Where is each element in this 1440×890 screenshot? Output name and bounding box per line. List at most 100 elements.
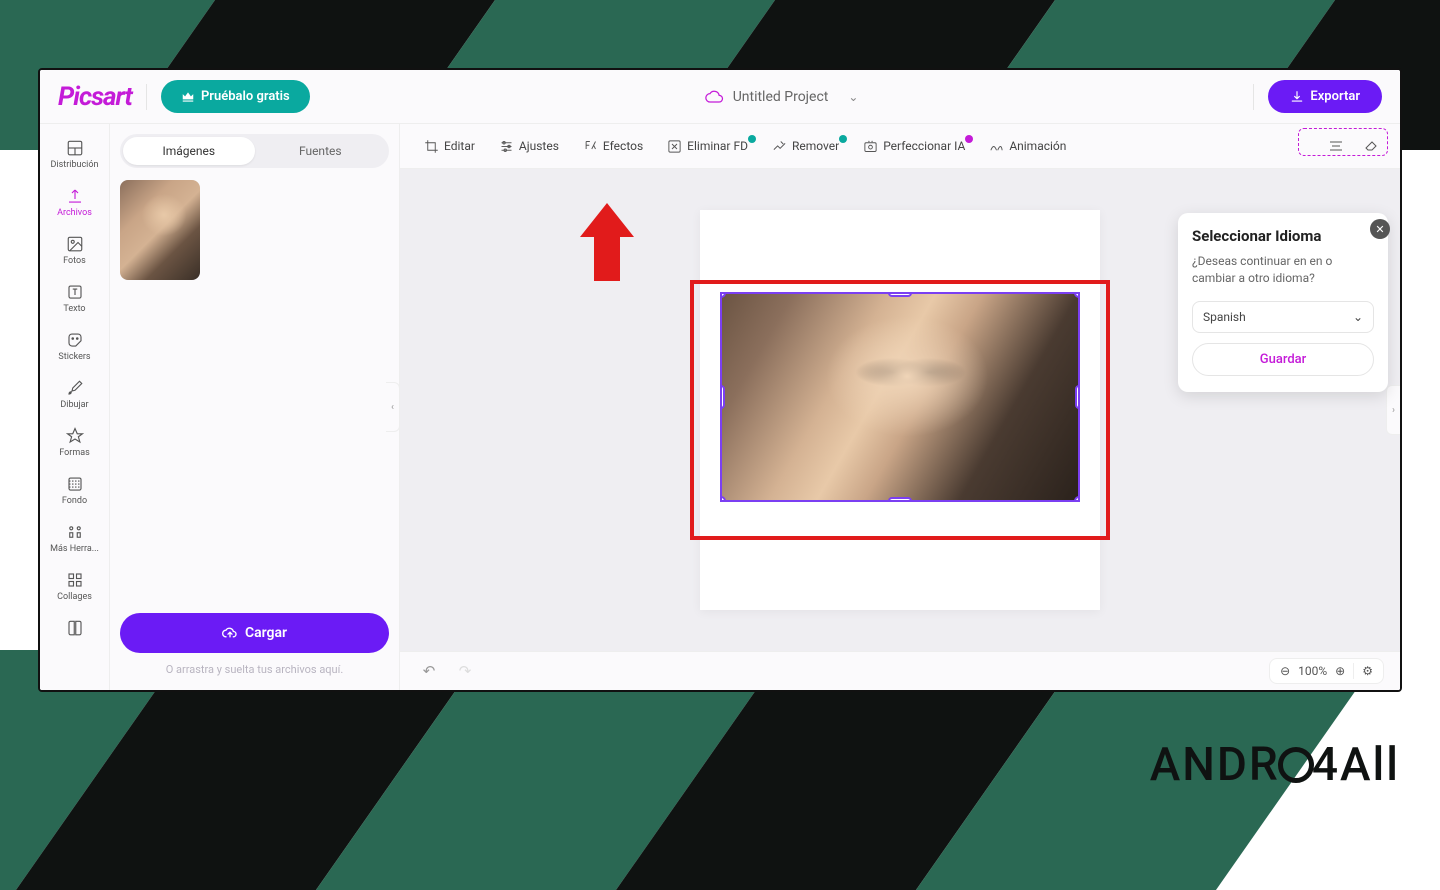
background-icon: [65, 474, 85, 494]
nav-book[interactable]: [40, 612, 109, 644]
zoom-level: 100%: [1298, 664, 1327, 678]
text-icon: [65, 282, 85, 302]
bg-remove-icon: [667, 139, 682, 154]
tool-label: Remover: [792, 139, 839, 153]
more-tools-icon: [65, 522, 85, 542]
nav-label: Más Herra...: [50, 544, 99, 554]
animation-icon: [989, 139, 1004, 154]
nav-collages[interactable]: Collages: [40, 564, 109, 608]
tool-efectos[interactable]: Efectos: [573, 133, 653, 160]
nav-distribucion[interactable]: Distribución: [40, 132, 109, 176]
chevron-down-icon: ⌄: [1353, 310, 1363, 324]
export-label: Exportar: [1310, 89, 1360, 104]
nav-label: Fondo: [62, 496, 87, 506]
nav-label: Collages: [57, 592, 92, 602]
resize-handle-right[interactable]: [1075, 385, 1080, 409]
nav-mas-herramientas[interactable]: Más Herra...: [40, 516, 109, 560]
tool-label: Efectos: [603, 139, 643, 153]
tool-label: Ajustes: [519, 139, 559, 153]
tool-perfeccionar-ia[interactable]: Perfeccionar IA: [853, 133, 975, 160]
popup-title: Seleccionar Idioma: [1192, 227, 1374, 245]
tool-eliminar-fd[interactable]: Eliminar FD: [657, 133, 758, 160]
selected-language: Spanish: [1203, 310, 1246, 324]
tool-label: Perfeccionar IA: [883, 139, 965, 153]
fx-icon: [583, 139, 598, 154]
uploaded-image-thumbnail[interactable]: [120, 180, 200, 280]
nav-fotos[interactable]: Fotos: [40, 228, 109, 272]
project-name: Untitled Project: [733, 89, 829, 105]
nav-label: Texto: [63, 304, 85, 314]
bottom-bar: ↶ ↷ ⊖ 100% ⊕ ⚙: [400, 651, 1400, 690]
nav-stickers[interactable]: Stickers: [40, 324, 109, 368]
tool-editar[interactable]: Editar: [414, 133, 485, 160]
upload-button[interactable]: Cargar: [120, 613, 389, 653]
nav-formas[interactable]: Formas: [40, 420, 109, 464]
settings-icon[interactable]: ⚙: [1362, 664, 1373, 678]
collapse-right-handle[interactable]: ›: [1386, 385, 1400, 435]
divider: [1253, 84, 1254, 110]
resize-handle-bottom[interactable]: [888, 497, 912, 502]
redo-button[interactable]: ↷: [452, 658, 478, 684]
photo-icon: [65, 234, 85, 254]
left-nav: Distribución Archivos Fotos Texto Sticke…: [40, 124, 110, 690]
resize-handle-left[interactable]: [720, 385, 725, 409]
tool-ajustes[interactable]: Ajustes: [489, 133, 569, 160]
ai-enhance-icon: [863, 139, 878, 154]
nav-label: Formas: [59, 448, 90, 458]
crown-icon: [181, 90, 195, 104]
undo-button[interactable]: ↶: [416, 658, 442, 684]
nav-label: Dibujar: [60, 400, 88, 410]
chevron-down-icon: ⌄: [848, 90, 858, 104]
resize-handle-br[interactable]: [1074, 496, 1080, 502]
artboard[interactable]: ↻: [700, 210, 1100, 610]
zoom-out-icon[interactable]: ⊖: [1280, 664, 1290, 678]
popup-question: ¿Deseas continuar en en o cambiar a otro…: [1192, 253, 1374, 287]
cloud-upload-icon: [222, 627, 238, 640]
sticker-icon: [65, 330, 85, 350]
tab-imagenes[interactable]: Imágenes: [123, 137, 255, 165]
brush-icon: [65, 378, 85, 398]
canvas-area: Editar Ajustes Efectos Eliminar FD: [400, 124, 1400, 690]
panel-tabs: Imágenes Fuentes: [120, 134, 389, 168]
nav-texto[interactable]: Texto: [40, 276, 109, 320]
nav-label: Archivos: [57, 208, 92, 218]
upload-label: Cargar: [245, 625, 287, 641]
watermark-andro4all: ANDR4All: [1150, 737, 1400, 792]
nav-label: Distribución: [51, 160, 99, 170]
canvas-stage[interactable]: ↻ › ✕: [400, 169, 1400, 651]
nav-label: Fotos: [63, 256, 86, 266]
nav-label: Stickers: [58, 352, 90, 362]
book-icon: [65, 618, 85, 638]
context-toolbar: Editar Ajustes Efectos Eliminar FD: [400, 124, 1400, 169]
save-language-button[interactable]: Guardar: [1192, 343, 1374, 376]
resize-handle-tr[interactable]: [1074, 292, 1080, 298]
collage-icon: [65, 570, 85, 590]
resize-handle-top[interactable]: [888, 292, 912, 297]
sliders-icon: [499, 139, 514, 154]
try-free-button[interactable]: Pruébalo gratis: [161, 80, 310, 113]
download-icon: [1290, 90, 1304, 104]
nav-dibujar[interactable]: Dibujar: [40, 372, 109, 416]
new-badge-icon: [839, 135, 847, 143]
close-icon[interactable]: ✕: [1370, 219, 1390, 239]
zoom-in-icon[interactable]: ⊕: [1335, 664, 1345, 678]
nav-archivos[interactable]: Archivos: [40, 180, 109, 224]
collapse-left-handle[interactable]: ‹: [386, 382, 400, 432]
zoom-controls: ⊖ 100% ⊕ ⚙: [1269, 658, 1384, 684]
side-panel: Imágenes Fuentes Cargar O arrastra y sue…: [110, 124, 400, 690]
tool-animacion[interactable]: Animación: [979, 133, 1076, 160]
new-badge-icon: [965, 135, 973, 143]
language-select[interactable]: Spanish ⌄: [1192, 301, 1374, 333]
resize-handle-bl[interactable]: [720, 496, 726, 502]
selection-indicator: [1298, 128, 1388, 156]
project-title-area[interactable]: Untitled Project ⌄: [324, 89, 1240, 105]
tool-remover[interactable]: Remover: [762, 133, 849, 160]
tab-fuentes[interactable]: Fuentes: [255, 137, 387, 165]
drop-hint: O arrastra y suelta tus archivos aquí.: [120, 653, 389, 680]
export-button[interactable]: Exportar: [1268, 80, 1382, 113]
remove-icon: [772, 139, 787, 154]
try-free-label: Pruébalo gratis: [201, 89, 290, 104]
nav-fondo[interactable]: Fondo: [40, 468, 109, 512]
selected-image[interactable]: ↻: [720, 292, 1080, 502]
resize-handle-tl[interactable]: [720, 292, 726, 298]
